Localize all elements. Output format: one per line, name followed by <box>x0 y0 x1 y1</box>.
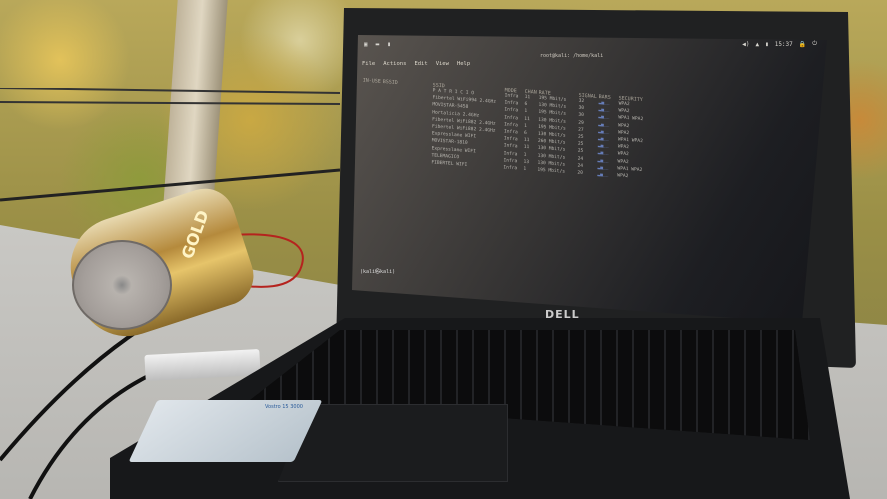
cantenna-end <box>72 240 172 330</box>
terminal-icon[interactable]: ▮ <box>387 41 391 48</box>
battery-icon[interactable]: ▮ <box>765 41 769 48</box>
fence-wires <box>0 88 340 202</box>
menu-edit[interactable]: Edit <box>414 61 427 67</box>
sticker-title: Vostro 15 3000 <box>265 404 303 410</box>
terminal-title: root@kali: /home/kali <box>540 53 604 59</box>
menu-view[interactable]: View <box>436 61 449 67</box>
terminal-menu-bar: File Actions Edit View Help <box>362 61 470 67</box>
menu-actions[interactable]: Actions <box>383 61 406 67</box>
shell-prompt[interactable]: (kali㉿kali) <box>360 268 395 275</box>
menu-help[interactable]: Help <box>457 61 470 67</box>
notification-icon[interactable]: ▲ <box>755 41 759 48</box>
cell-chan: 1 <box>523 166 527 172</box>
power-icon[interactable]: ⏻ <box>812 40 817 48</box>
clock[interactable]: 15:37 <box>775 41 793 48</box>
cell-signal: 20 <box>577 170 583 176</box>
menu-file[interactable]: File <box>362 61 375 67</box>
signal-bars-icon: ▂▄__ <box>597 171 609 178</box>
lock-icon[interactable]: 🔒 <box>799 41 806 48</box>
folder-icon[interactable]: ▬ <box>376 41 380 48</box>
desktop-top-panel: ▣ ▬ ▮ ◀) ▲ ▮ 15:37 🔒 ⏻ <box>358 37 823 51</box>
laptop-screen <box>352 35 827 323</box>
cell-empty <box>361 155 381 164</box>
cell-mode: Infra <box>503 165 518 172</box>
volume-icon[interactable]: ◀) <box>742 41 749 48</box>
kali-menu-icon[interactable]: ▣ <box>364 41 368 48</box>
